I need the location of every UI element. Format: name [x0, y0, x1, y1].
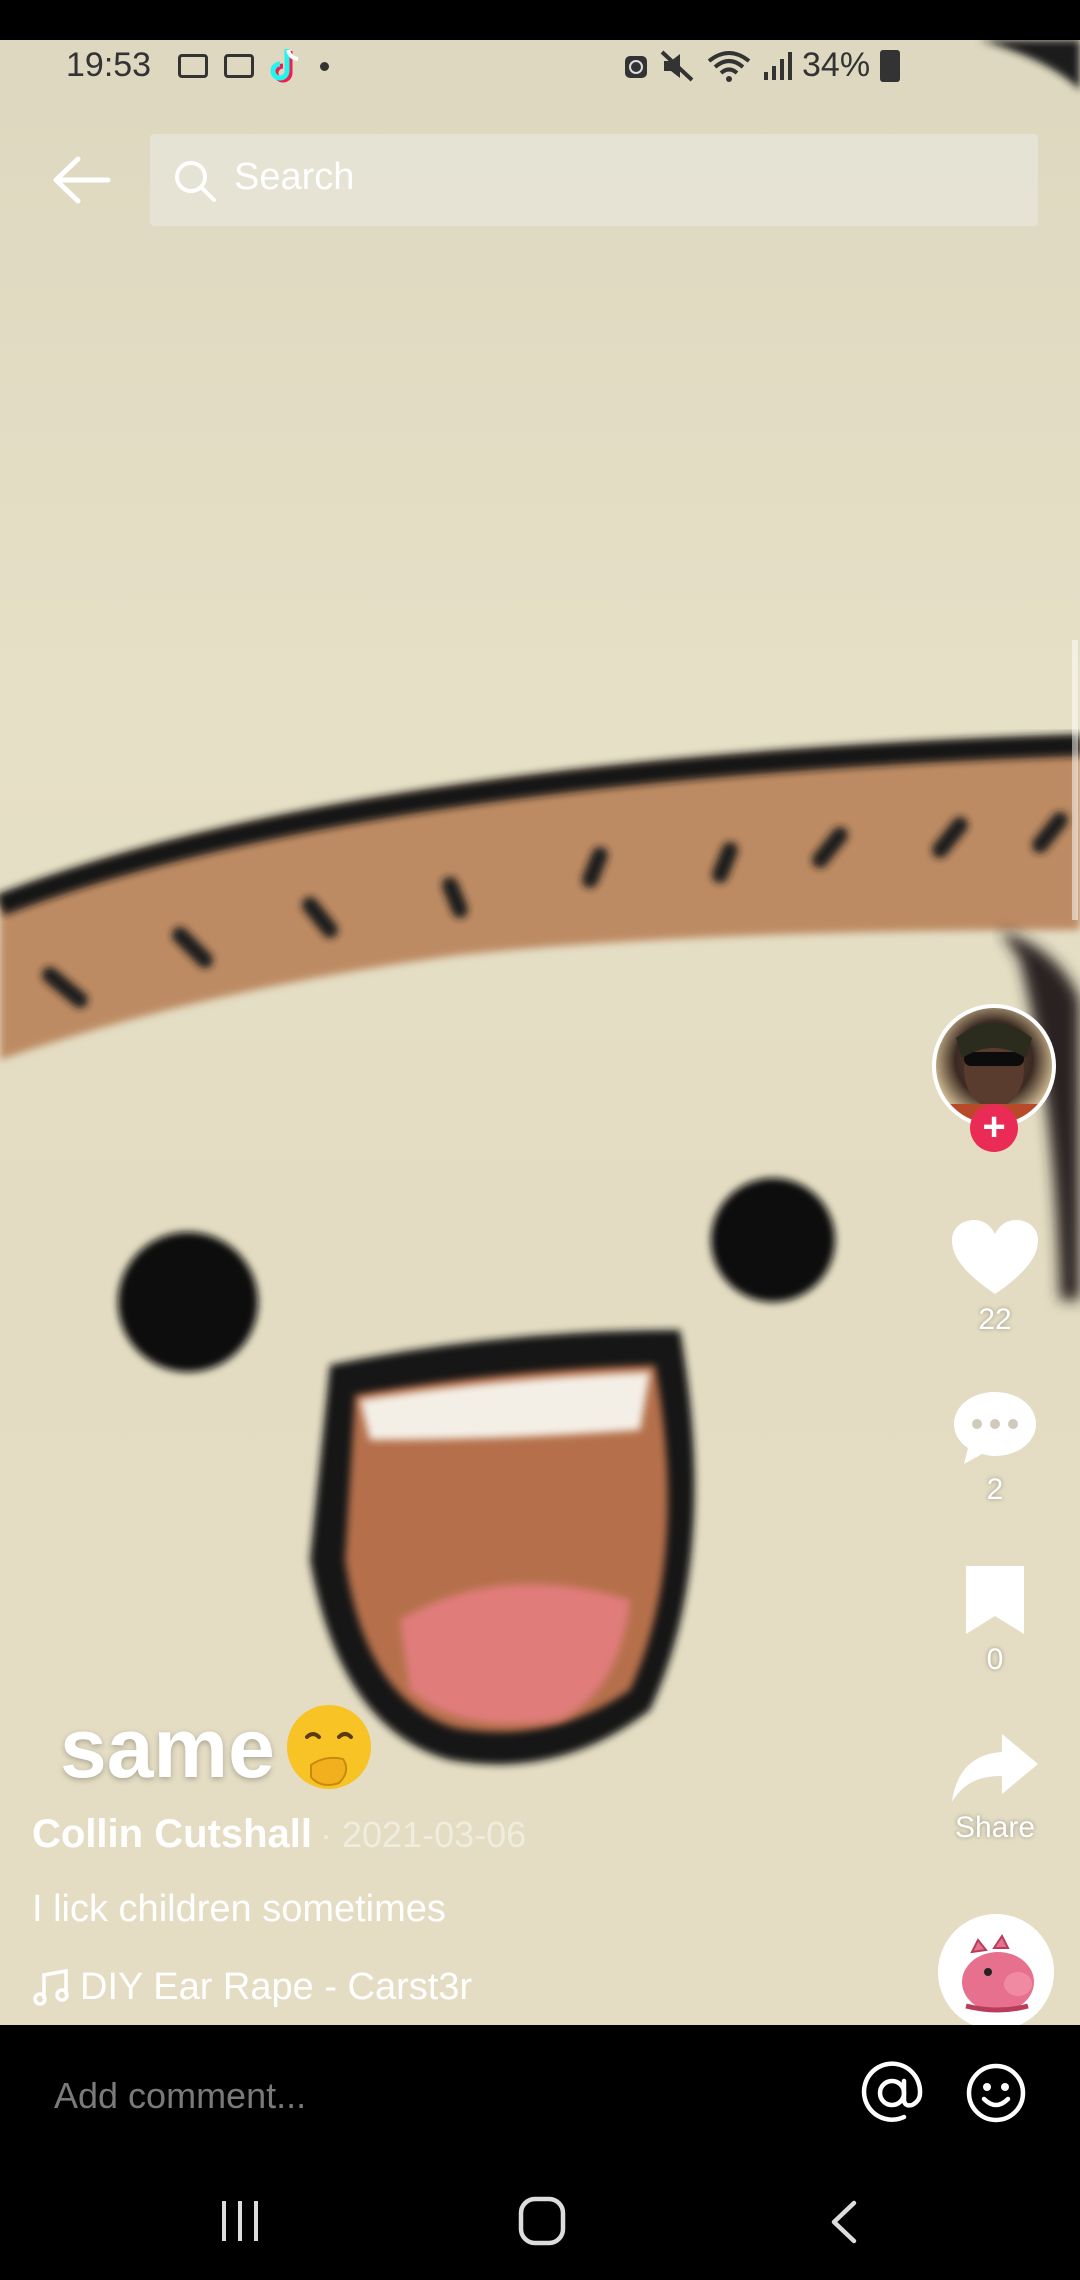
at-icon[interactable]	[860, 2061, 924, 2125]
like-button[interactable]: 22	[940, 1218, 1050, 1337]
recent-apps-icon[interactable]	[218, 2199, 264, 2243]
share-label: Share	[954, 1811, 1036, 1844]
search-bar[interactable]: Search	[150, 134, 1038, 226]
battery-percent: 34%	[802, 46, 871, 84]
follow-plus-button[interactable]: +	[970, 1104, 1018, 1152]
mute-icon	[660, 50, 694, 81]
emoji-icon[interactable]	[964, 2061, 1028, 2125]
overlay-caption: same	[60, 1701, 275, 1795]
video-overlay-text: same	[60, 1700, 377, 1797]
video-description: I lick children sometimes	[32, 1888, 446, 1930]
sound-disc[interactable]	[938, 1914, 1054, 2030]
share-icon	[952, 1734, 1038, 1802]
sound-cover-image	[962, 1934, 1034, 2013]
alarm-icon	[625, 55, 647, 78]
tiktok-icon	[270, 49, 299, 83]
author-line[interactable]: Collin Cutshall · 2021-03-06	[32, 1812, 526, 1857]
heart-icon	[952, 1220, 1038, 1294]
screenshot-icon	[178, 54, 208, 78]
comment-button[interactable]: 2	[940, 1388, 1050, 1507]
author-name[interactable]: Collin Cutshall	[32, 1812, 312, 1856]
bookmark-icon	[966, 1566, 1024, 1634]
search-placeholder: Search	[234, 156, 355, 198]
system-navigation-bar	[0, 2165, 1080, 2280]
back-icon[interactable]	[826, 2199, 862, 2245]
save-button[interactable]: 0	[940, 1562, 1050, 1677]
notification-icons	[178, 48, 329, 84]
more-notifications-dot	[320, 61, 329, 71]
home-icon[interactable]	[518, 2195, 566, 2247]
status-time: 19:53	[66, 46, 152, 84]
system-status-icons: 34%	[622, 46, 901, 85]
screenshot-icon	[224, 54, 254, 78]
tiktok-video-screen: 19:53 34% Search + 22 2 0 Share same Col…	[0, 0, 1080, 2280]
top-edge	[0, 0, 1080, 40]
save-count: 0	[986, 1643, 1004, 1676]
post-date: · 2021-03-06	[320, 1814, 527, 1855]
status-bar: 19:53 34%	[0, 40, 1080, 98]
sound-name[interactable]: DIY Ear Rape - Carst3r	[80, 1966, 472, 2009]
sound-link[interactable]: DIY Ear Rape - Carst3r	[32, 1966, 472, 2009]
wifi-icon	[707, 50, 751, 82]
comment-bar: Add comment...	[0, 2025, 1080, 2165]
search-icon	[175, 161, 216, 202]
comment-count: 2	[986, 1473, 1004, 1506]
battery-icon	[880, 49, 901, 82]
hand-over-mouth-emoji-icon	[286, 1704, 371, 1789]
creator-avatar-group[interactable]: +	[932, 1004, 1060, 1154]
music-note-icon	[33, 1968, 69, 2006]
arrow-left-icon[interactable]	[50, 155, 112, 205]
like-count: 22	[978, 1303, 1012, 1336]
comment-icon	[954, 1392, 1036, 1464]
add-comment-input[interactable]: Add comment...	[54, 2075, 306, 2117]
share-button[interactable]: Share	[940, 1730, 1050, 1845]
signal-icon	[764, 51, 792, 80]
